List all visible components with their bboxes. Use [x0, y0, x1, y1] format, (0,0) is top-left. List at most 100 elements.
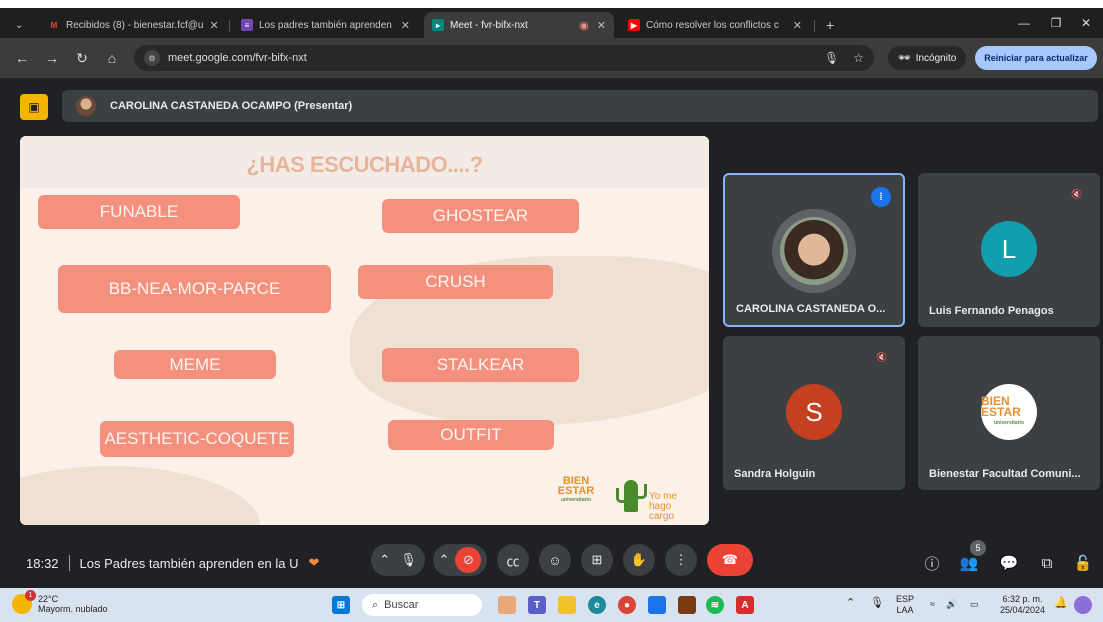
captions-button[interactable]: ㏄ [497, 544, 529, 576]
microphone-icon[interactable]: 🎙 [870, 598, 884, 609]
tab-search-button[interactable]: ⌄ [10, 12, 32, 38]
tab-forms[interactable]: ≡ Los padres también aprenden ✕ [233, 12, 418, 38]
spotify-icon[interactable]: ≋ [706, 596, 724, 614]
app-icon[interactable] [678, 596, 696, 614]
activities-icon: ⧉ [1041, 554, 1053, 572]
stop-presenting-button[interactable]: ▣ [20, 94, 48, 120]
yo-me-hago-cargo-logo: Yo me hago cargo [649, 491, 677, 522]
presenter-avatar [76, 96, 96, 116]
tab-youtube[interactable]: ▶ Cómo resolver los conflictos c ✕ [620, 12, 810, 38]
top-cropped-strip [0, 0, 1103, 8]
close-window-button[interactable]: ✕ [1066, 8, 1103, 38]
heart-icon: ❤ [308, 555, 320, 570]
clock[interactable]: 6:32 p. m. 25/04/2024 [1000, 594, 1045, 616]
slide-word: CRUSH [358, 265, 553, 299]
avatar: BIEN ESTAR universitario [981, 384, 1037, 440]
back-button[interactable]: ← [12, 48, 32, 68]
notifications-icon[interactable]: 🔔 [1054, 598, 1068, 609]
incognito-label: Incógnito [915, 52, 957, 64]
reactions-button[interactable]: ☺ [539, 544, 571, 576]
edge-icon[interactable]: e [588, 596, 606, 614]
file-explorer-icon[interactable] [558, 596, 576, 614]
camera-button[interactable]: ⌃ ⊘ [433, 544, 487, 576]
home-button[interactable]: ⌂ [102, 48, 122, 68]
presentation-icon: ▣ [28, 100, 40, 114]
chat-button[interactable]: 💬 [998, 552, 1020, 574]
reload-button[interactable]: ↻ [72, 48, 92, 68]
present-icon: ⊞ [591, 552, 603, 567]
more-options-button[interactable]: ⋮ [665, 544, 697, 576]
participant-tile[interactable]: 🔇 L Luis Fernando Penagos [918, 173, 1100, 327]
url-bar[interactable]: ⚙ meet.google.com/fvr-bifx-nxt 🎙 ☆ [134, 45, 874, 71]
mic-off-icon: 🔇 [1068, 185, 1086, 203]
acrobat-icon[interactable]: A [736, 596, 754, 614]
avatar: L [981, 221, 1037, 277]
chrome-icon[interactable]: ● [618, 596, 636, 614]
tab-title: Cómo resolver los conflictos c [646, 19, 779, 31]
emoji-icon: ☺ [548, 552, 562, 568]
volume-icon[interactable]: 🔊 [946, 599, 957, 610]
weather-icon: 1 [12, 590, 36, 614]
more-vertical-icon: ⋮ [674, 552, 688, 567]
tab-meet[interactable]: ▸ Meet - fvr-bifx-nxt ◉ ✕ [424, 12, 614, 38]
teams-icon[interactable]: T [528, 596, 546, 614]
meeting-info: 18:32 Los Padres también aprenden en la … [26, 555, 319, 571]
arrow-left-icon: ← [15, 50, 29, 66]
reload-icon: ↻ [76, 49, 88, 66]
people-button[interactable]: 👥 [958, 552, 980, 574]
taskbar-search[interactable]: ⌕ Buscar [362, 594, 482, 616]
meet-icon: ▸ [432, 19, 444, 31]
forms-icon: ≡ [241, 19, 253, 31]
meet-main: ▣ CAROLINA CASTANEDA OCAMPO (Presentar) … [0, 78, 1103, 588]
windows-start-icon[interactable]: ⊞ [332, 596, 350, 614]
slide-title: ¿HAS ESCUCHADO....? [246, 152, 483, 177]
close-icon[interactable]: ✕ [401, 19, 410, 32]
close-icon[interactable]: ✕ [793, 19, 802, 32]
slide-word: OUTFIT [388, 420, 554, 450]
chevron-up-icon[interactable]: ⌃ [846, 598, 855, 609]
info-icon: ⓘ [924, 555, 940, 573]
battery-icon[interactable]: ▭ [970, 599, 979, 610]
close-icon: ✕ [1080, 16, 1092, 30]
activities-button[interactable]: ⧉ [1036, 552, 1058, 574]
site-info-icon[interactable]: ⚙ [144, 50, 160, 66]
host-controls-button[interactable]: 🔓 [1072, 552, 1094, 574]
restore-icon: ❐ [1050, 16, 1062, 30]
meeting-details-button[interactable]: ⓘ [921, 552, 943, 574]
slide-word: STALKEAR [382, 348, 579, 382]
raise-hand-button[interactable]: ✋ [623, 544, 655, 576]
participant-tile[interactable]: BIEN ESTAR universitario Bienestar Facult… [918, 336, 1100, 490]
temperature: 22°C [38, 594, 59, 604]
address-toolbar: ← → ↻ ⌂ ⚙ meet.google.com/fvr-bifx-nxt 🎙… [0, 38, 1103, 78]
star-icon[interactable]: ☆ [853, 51, 864, 65]
search-placeholder: Buscar [384, 599, 419, 611]
microphone-icon[interactable]: 🎙 [824, 51, 839, 65]
slide-word: FUNABLE [38, 195, 240, 229]
leave-call-button[interactable]: ☎ [707, 544, 753, 576]
close-icon[interactable]: ◉ ✕ [579, 19, 606, 32]
weather-desc: Mayorm. nublado [38, 604, 108, 614]
weather-widget[interactable]: 1 22°C Mayorm. nublado [12, 590, 108, 614]
avatar-photo [780, 217, 848, 285]
language-indicator[interactable]: ESP LAA [896, 594, 914, 616]
incognito-indicator[interactable]: 🕶 Incógnito [888, 46, 967, 70]
wifi-icon[interactable]: ≈ [930, 599, 935, 610]
app-icon[interactable] [648, 596, 666, 614]
forward-button[interactable]: → [42, 48, 62, 68]
slide-decoration [20, 466, 260, 525]
mic-button[interactable]: ⌃ 🎙 [371, 544, 425, 576]
new-tab-button[interactable]: + [818, 12, 842, 38]
close-icon[interactable]: ✕ [209, 19, 218, 32]
present-button[interactable]: ⊞ [581, 544, 613, 576]
meeting-title: Los Padres también aprenden en la U [79, 555, 299, 571]
plus-icon: + [826, 17, 835, 33]
update-button[interactable]: Reiniciar para actualizar [975, 46, 1097, 70]
tab-separator [229, 20, 230, 32]
notification-badge: 1 [25, 590, 36, 601]
lock-icon: 🔓 [1073, 555, 1093, 572]
tab-gmail[interactable]: M Recibidos (8) - bienestar.fcf@u ✕ [40, 12, 225, 38]
widgets-icon[interactable] [498, 596, 516, 614]
participant-tile[interactable]: ⁞ CAROLINA CASTANEDA O... [723, 173, 905, 327]
copilot-icon[interactable] [1074, 596, 1092, 614]
participant-tile[interactable]: 🔇 S Sandra Holguin [723, 336, 905, 490]
